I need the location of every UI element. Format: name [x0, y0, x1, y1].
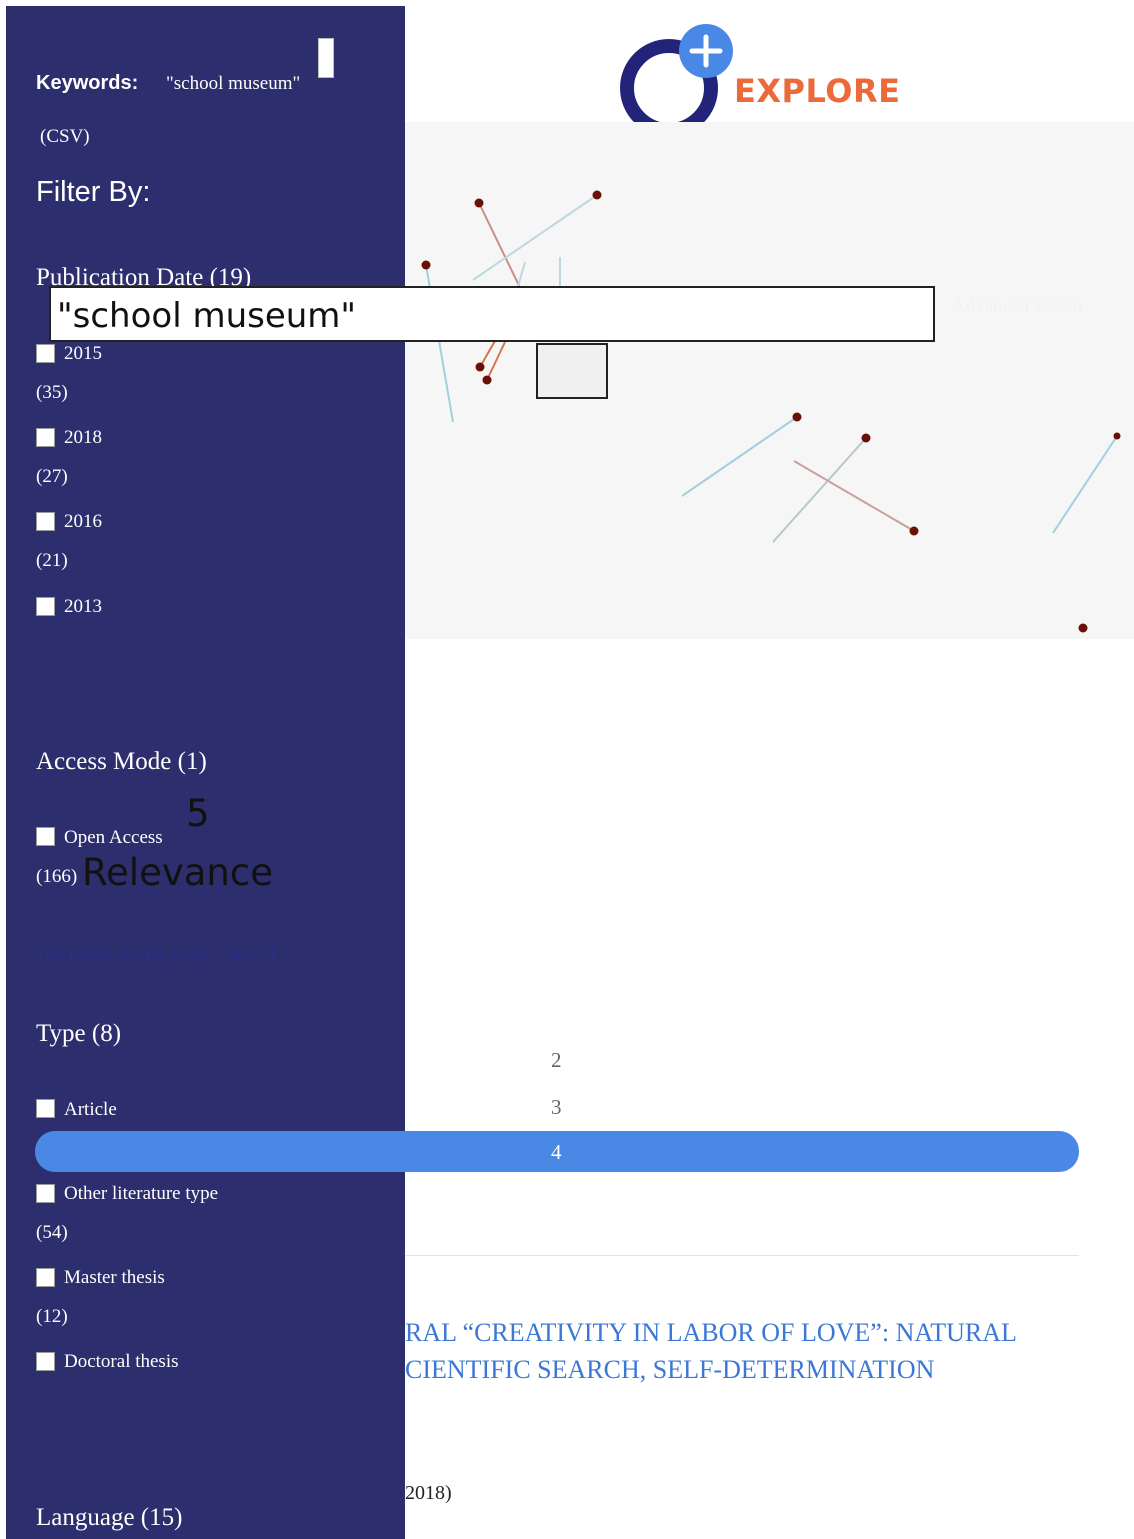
checkbox-other-literature[interactable]	[36, 1184, 55, 1203]
filter-count-master-thesis: (12)	[36, 1306, 68, 1327]
sort-select[interactable]: Relevance	[82, 851, 273, 894]
filter-label-2016: 2016	[64, 511, 102, 532]
keywords-value: "school museum"	[166, 73, 301, 94]
filter-label-2018: 2018	[64, 427, 102, 448]
filter-by-heading: Filter By:	[36, 176, 151, 208]
language-heading[interactable]: Language (15)	[36, 1504, 182, 1532]
page-link-2[interactable]: 2	[551, 1048, 562, 1073]
checkbox-open-access[interactable]	[36, 827, 55, 846]
results-summary: 166 publications, page 4 of 4	[36, 944, 276, 966]
network-graphic	[421, 190, 1121, 633]
page-link-3[interactable]: 3	[551, 1095, 562, 1120]
result-title-line-2[interactable]: CIENTIFIC SEARCH, SELF-DETERMINATION	[405, 1355, 934, 1385]
keywords-scrollbar[interactable]	[318, 38, 334, 78]
summary-of: of 4	[245, 944, 276, 965]
filter-count-open-access: (166)	[36, 866, 78, 887]
filter-label-other-literature: Other literature type	[64, 1183, 219, 1204]
advanced-search-link[interactable]: Advanced search	[952, 296, 1082, 318]
search-input-value: "school museum"	[57, 296, 357, 336]
page-link-4[interactable]: 4	[551, 1140, 562, 1165]
filter-label-article: Article	[64, 1099, 117, 1120]
access-mode-heading[interactable]: Access Mode (1)	[36, 748, 207, 776]
filter-label-2015: 2015	[64, 343, 102, 364]
summary-page: 4	[231, 944, 241, 965]
filter-label-open-access: Open Access	[64, 827, 163, 848]
filter-label-doctoral-thesis: Doctoral thesis	[64, 1351, 179, 1372]
checkbox-2016[interactable]	[36, 512, 55, 531]
filter-label-master-thesis: Master thesis	[64, 1267, 165, 1288]
filter-label-2013: 2013	[64, 596, 102, 617]
keywords-label: Keywords:	[36, 72, 139, 94]
checkbox-master-thesis[interactable]	[36, 1268, 55, 1287]
filter-count-other-literature: (54)	[36, 1222, 68, 1243]
logo-text: EXPLORE	[734, 72, 901, 110]
summary-label: publications, page	[69, 944, 208, 965]
type-heading[interactable]: Type (8)	[36, 1020, 121, 1048]
summary-count: 166	[36, 944, 65, 965]
filter-count-2016: (21)	[36, 550, 68, 571]
checkbox-2013[interactable]	[36, 597, 55, 616]
result-title-line-1[interactable]: RAL “CREATIVITY IN LABOR OF LOVE”: NATUR…	[405, 1318, 1017, 1348]
hero-network-image	[405, 122, 1134, 639]
search-button[interactable]	[536, 343, 608, 399]
filter-count-2015: (35)	[36, 382, 68, 403]
results-per-page-select[interactable]: 5	[186, 792, 210, 835]
checkbox-doctoral-thesis[interactable]	[36, 1352, 55, 1371]
result-date: 2018)	[405, 1482, 452, 1504]
csv-download-link[interactable]: (CSV)	[40, 126, 90, 148]
checkbox-2015[interactable]	[36, 344, 55, 363]
checkbox-2018[interactable]	[36, 428, 55, 447]
filter-count-2018: (27)	[36, 466, 68, 487]
checkbox-article[interactable]	[36, 1099, 55, 1118]
results-divider	[405, 1255, 1079, 1256]
